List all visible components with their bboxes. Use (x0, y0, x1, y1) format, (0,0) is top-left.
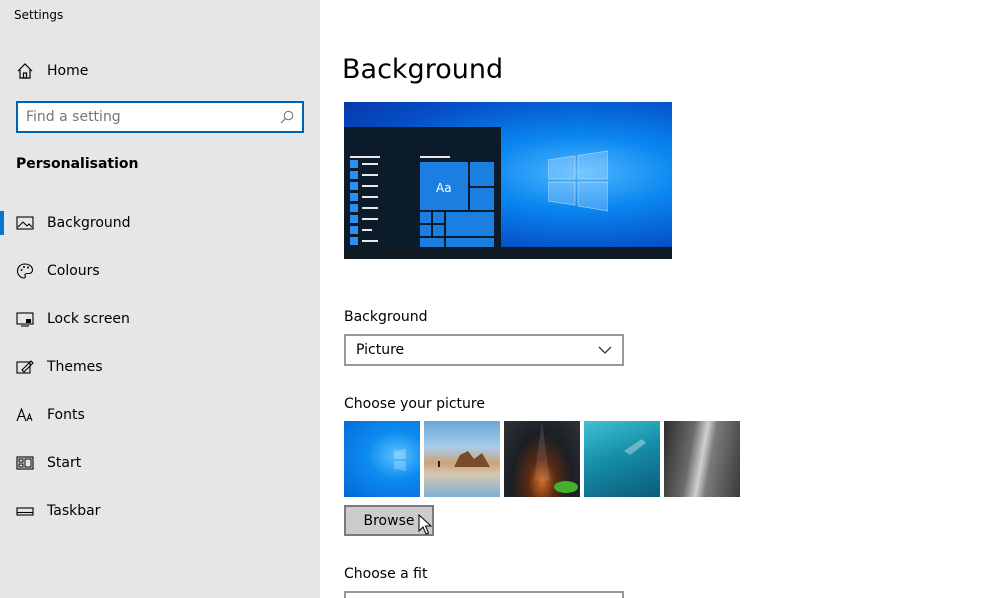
start-menu-tiles (350, 156, 494, 247)
choose-fit-label: Choose a fit (344, 566, 428, 582)
background-dropdown[interactable]: Picture (344, 334, 624, 366)
sidebar-home-label: Home (47, 63, 89, 79)
search-input[interactable] (26, 108, 276, 126)
page-title: Background (342, 54, 504, 85)
chevron-down-icon (598, 346, 612, 354)
sidebar-item-label: Lock screen (47, 311, 130, 327)
sidebar-item-label: Colours (47, 263, 100, 279)
sidebar-item-lock-screen[interactable]: Lock screen (0, 299, 320, 339)
underwater-image (624, 439, 646, 455)
background-dropdown-value: Picture (356, 342, 405, 358)
sidebar-item-label: Themes (47, 359, 103, 375)
fit-dropdown[interactable] (344, 591, 624, 598)
sidebar: Settings Home Personalisation Background (0, 0, 320, 598)
windows-logo-icon (394, 449, 406, 471)
rock-formation-image (438, 451, 490, 467)
taskbar-preview (344, 247, 672, 259)
home-icon (17, 63, 33, 79)
night-sky-image (534, 421, 578, 493)
sidebar-item-colours[interactable]: Colours (0, 251, 320, 291)
picture-icon (16, 216, 34, 230)
picture-thumbnails (344, 421, 744, 497)
background-label: Background (344, 309, 428, 325)
sidebar-item-label: Background (47, 215, 131, 231)
palette-icon (16, 263, 34, 279)
start-icon (16, 456, 34, 470)
picture-thumbnail-4[interactable] (584, 421, 660, 497)
picture-thumbnail-5[interactable] (664, 421, 740, 497)
sidebar-item-background[interactable]: Background (0, 203, 320, 243)
active-indicator (0, 211, 4, 235)
main-content: Background Aa Background Picture Choose … (320, 0, 988, 598)
lock-screen-icon (16, 312, 34, 327)
section-heading: Personalisation (16, 156, 139, 172)
sidebar-item-fonts[interactable]: Fonts (0, 395, 320, 435)
search-box[interactable] (16, 101, 304, 133)
window-title: Settings (14, 8, 64, 22)
sidebar-item-taskbar[interactable]: Taskbar (0, 491, 320, 531)
choose-picture-label: Choose your picture (344, 396, 485, 412)
fonts-icon (16, 407, 33, 422)
windows-logo-icon (548, 150, 608, 212)
sidebar-item-label: Fonts (47, 407, 85, 423)
desktop-preview: Aa (344, 102, 672, 259)
picture-thumbnail-3[interactable] (504, 421, 580, 497)
themes-icon (16, 360, 34, 374)
start-menu-preview: Aa (344, 127, 501, 247)
picture-thumbnail-2[interactable] (424, 421, 500, 497)
sidebar-home[interactable]: Home (0, 58, 320, 84)
preview-tile-label: Aa (436, 181, 452, 195)
sidebar-item-themes[interactable]: Themes (0, 347, 320, 387)
picture-thumbnail-1[interactable] (344, 421, 420, 497)
sidebar-item-start[interactable]: Start (0, 443, 320, 483)
sidebar-item-label: Taskbar (47, 503, 101, 519)
search-icon[interactable] (280, 110, 294, 124)
sidebar-item-label: Start (47, 455, 82, 471)
taskbar-icon (16, 507, 34, 516)
mouse-pointer-icon (418, 514, 432, 535)
